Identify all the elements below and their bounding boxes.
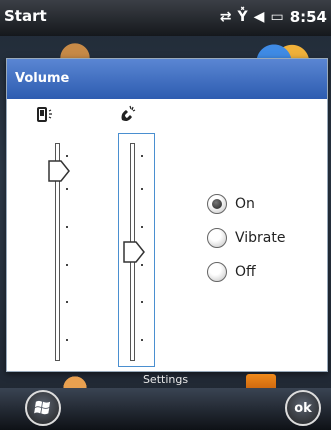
status-bar: Start ⇄ Y̽ ◀︎ ▭ 8:54 [0, 0, 331, 36]
battery-icon: ▭ [270, 9, 284, 25]
dialog-title: Volume [15, 71, 70, 86]
no-signal-icon: Y̽ [237, 9, 248, 25]
slider-tick [141, 226, 143, 228]
radio-option-off[interactable]: Off [207, 255, 317, 289]
ok-label: ok [294, 400, 312, 416]
background-tile [40, 36, 110, 58]
slider-tick [66, 264, 68, 266]
slider-tick [66, 339, 68, 341]
dialog-title-bar: Volume [7, 59, 327, 99]
ok-button[interactable]: ok [285, 390, 321, 426]
screen: Start ⇄ Y̽ ◀︎ ▭ 8:54 Volume On Vibrate O… [0, 0, 331, 430]
status-icons[interactable]: ⇄ Y̽ ◀︎ ▭ 8:54 [220, 7, 327, 27]
system-volume-slider[interactable] [43, 133, 83, 363]
call-volume-slider[interactable] [118, 133, 158, 363]
radio-option-vibrate[interactable]: Vibrate [207, 221, 317, 255]
start-button[interactable] [25, 390, 61, 426]
radio-button[interactable] [207, 194, 227, 214]
slider-tick [141, 188, 143, 190]
slider-tick [66, 188, 68, 190]
device-speaker-icon [37, 107, 52, 122]
radio-label: Off [235, 264, 256, 280]
slider-tick [66, 301, 68, 303]
slider-tick [141, 264, 143, 266]
start-title[interactable]: Start [4, 7, 47, 25]
slider-tick [66, 155, 68, 157]
speaker-icon: ◀︎ [253, 9, 265, 25]
radio-label: Vibrate [235, 230, 286, 246]
slider-thumb[interactable] [48, 160, 70, 183]
windows-flag-icon [34, 400, 51, 415]
phone-handset-icon [121, 105, 136, 121]
slider-tick [66, 226, 68, 228]
volume-dialog: Volume On Vibrate Off [6, 58, 328, 372]
slider-tick [141, 301, 143, 303]
clock: 8:54 [289, 8, 327, 26]
radio-button[interactable] [207, 228, 227, 248]
radio-button[interactable] [207, 262, 227, 282]
radio-label: On [235, 196, 255, 212]
connection-arrows-icon: ⇄ [219, 9, 232, 25]
radio-option-on[interactable]: On [207, 187, 317, 221]
slider-tick [141, 155, 143, 157]
ring-mode-group: On Vibrate Off [207, 187, 317, 289]
slider-thumb[interactable] [123, 241, 145, 263]
settings-label: Settings [142, 373, 189, 386]
slider-tick [141, 339, 143, 341]
